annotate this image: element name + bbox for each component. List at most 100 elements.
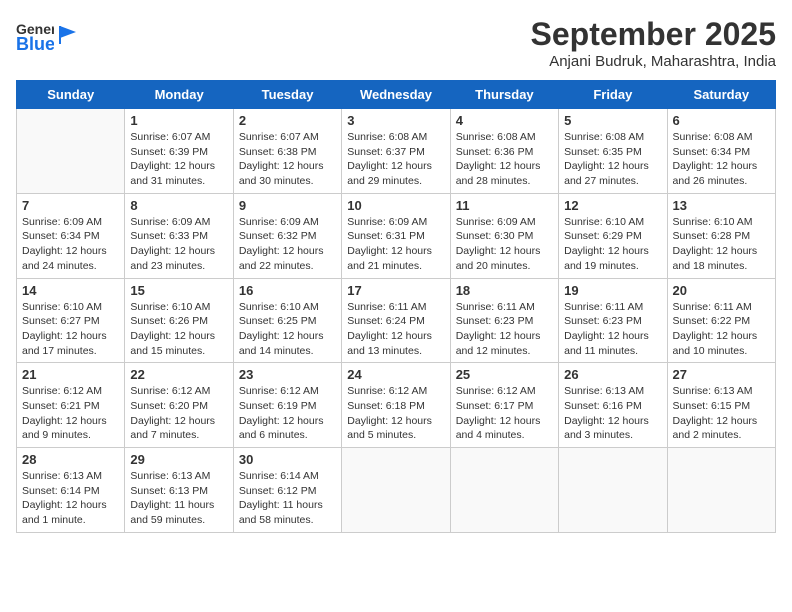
day-number: 18 — [456, 283, 553, 298]
calendar-table: SundayMondayTuesdayWednesdayThursdayFrid… — [16, 80, 776, 533]
calendar-cell — [450, 448, 558, 533]
day-info: Sunrise: 6:13 AM Sunset: 6:13 PM Dayligh… — [130, 469, 227, 528]
calendar-cell: 25Sunrise: 6:12 AM Sunset: 6:17 PM Dayli… — [450, 363, 558, 448]
calendar-cell: 21Sunrise: 6:12 AM Sunset: 6:21 PM Dayli… — [17, 363, 125, 448]
calendar-cell: 2 Sunrise: 6:07 AM Sunset: 6:38 PM Daylig… — [233, 109, 341, 194]
day-info: Sunrise: 6:10 AM Sunset: 6:28 PM Dayligh… — [673, 215, 770, 274]
calendar-cell: 28 Sunrise: 6:13 AM Sunset: 6:14 PM Dayli… — [17, 448, 125, 533]
day-number: 23 — [239, 367, 336, 382]
calendar-day-header: Wednesday — [342, 81, 450, 109]
calendar-cell: 22 Sunrise: 6:12 AM Sunset: 6:20 PM Dayli… — [125, 363, 233, 448]
calendar-cell: 6 Sunrise: 6:08 AM Sunset: 6:34 PM Daylig… — [667, 109, 775, 194]
day-info: Sunrise: 6:08 AM Sunset: 6:35 PM Dayligh… — [564, 130, 661, 189]
calendar-cell: 19 Sunrise: 6:11 AM Sunset: 6:23 PM Dayli… — [559, 278, 667, 363]
day-number: 13 — [673, 198, 770, 213]
calendar-cell: 12Sunrise: 6:10 AM Sunset: 6:29 PM Dayli… — [559, 193, 667, 278]
calendar-day-header: Friday — [559, 81, 667, 109]
month-year-title: September 2025 — [531, 16, 776, 53]
calendar-cell: 24 Sunrise: 6:12 AM Sunset: 6:18 PM Dayli… — [342, 363, 450, 448]
calendar-cell — [667, 448, 775, 533]
calendar-week-row: 21Sunrise: 6:12 AM Sunset: 6:21 PM Dayli… — [17, 363, 776, 448]
calendar-header-row: SundayMondayTuesdayWednesdayThursdayFrid… — [17, 81, 776, 109]
calendar-cell: 5 Sunrise: 6:08 AM Sunset: 6:35 PM Daylig… — [559, 109, 667, 194]
day-info: Sunrise: 6:10 AM Sunset: 6:25 PM Dayligh… — [239, 300, 336, 359]
day-info: Sunrise: 6:09 AM Sunset: 6:34 PM Dayligh… — [22, 215, 119, 274]
day-number: 27 — [673, 367, 770, 382]
day-info: Sunrise: 6:10 AM Sunset: 6:29 PM Dayligh… — [564, 215, 661, 274]
calendar-cell: 8Sunrise: 6:09 AM Sunset: 6:33 PM Daylig… — [125, 193, 233, 278]
day-number: 19 — [564, 283, 661, 298]
day-info: Sunrise: 6:14 AM Sunset: 6:12 PM Dayligh… — [239, 469, 336, 528]
day-info: Sunrise: 6:08 AM Sunset: 6:36 PM Dayligh… — [456, 130, 553, 189]
day-number: 17 — [347, 283, 444, 298]
calendar-cell: 29 Sunrise: 6:13 AM Sunset: 6:13 PM Dayli… — [125, 448, 233, 533]
day-number: 20 — [673, 283, 770, 298]
day-info: Sunrise: 6:13 AM Sunset: 6:14 PM Dayligh… — [22, 469, 119, 528]
day-number: 28 — [22, 452, 119, 467]
day-info: Sunrise: 6:09 AM Sunset: 6:32 PM Dayligh… — [239, 215, 336, 274]
calendar-cell: 16Sunrise: 6:10 AM Sunset: 6:25 PM Dayli… — [233, 278, 341, 363]
calendar-cell: 30Sunrise: 6:14 AM Sunset: 6:12 PM Dayli… — [233, 448, 341, 533]
day-info: Sunrise: 6:10 AM Sunset: 6:26 PM Dayligh… — [130, 300, 227, 359]
day-info: Sunrise: 6:12 AM Sunset: 6:20 PM Dayligh… — [130, 384, 227, 443]
day-info: Sunrise: 6:09 AM Sunset: 6:33 PM Dayligh… — [130, 215, 227, 274]
logo-icon: General Blue — [16, 16, 54, 54]
calendar-cell — [559, 448, 667, 533]
day-info: Sunrise: 6:09 AM Sunset: 6:30 PM Dayligh… — [456, 215, 553, 274]
day-number: 3 — [347, 113, 444, 128]
day-info: Sunrise: 6:12 AM Sunset: 6:18 PM Dayligh… — [347, 384, 444, 443]
day-number: 25 — [456, 367, 553, 382]
day-number: 29 — [130, 452, 227, 467]
calendar-day-header: Saturday — [667, 81, 775, 109]
page-header: General Blue September 2025 Anjani Budru… — [16, 16, 776, 70]
day-info: Sunrise: 6:12 AM Sunset: 6:19 PM Dayligh… — [239, 384, 336, 443]
calendar-day-header: Monday — [125, 81, 233, 109]
calendar-week-row: 28 Sunrise: 6:13 AM Sunset: 6:14 PM Dayli… — [17, 448, 776, 533]
day-number: 6 — [673, 113, 770, 128]
day-number: 22 — [130, 367, 227, 382]
calendar-cell: 20 Sunrise: 6:11 AM Sunset: 6:22 PM Dayli… — [667, 278, 775, 363]
day-info: Sunrise: 6:13 AM Sunset: 6:16 PM Dayligh… — [564, 384, 661, 443]
calendar-day-header: Tuesday — [233, 81, 341, 109]
calendar-cell: 10 Sunrise: 6:09 AM Sunset: 6:31 PM Dayli… — [342, 193, 450, 278]
calendar-cell: 11 Sunrise: 6:09 AM Sunset: 6:30 PM Dayli… — [450, 193, 558, 278]
day-number: 2 — [239, 113, 336, 128]
day-number: 11 — [456, 198, 553, 213]
calendar-cell: 27 Sunrise: 6:13 AM Sunset: 6:15 PM Dayli… — [667, 363, 775, 448]
calendar-cell: 18 Sunrise: 6:11 AM Sunset: 6:23 PM Dayli… — [450, 278, 558, 363]
day-number: 10 — [347, 198, 444, 213]
day-number: 14 — [22, 283, 119, 298]
day-number: 1 — [130, 113, 227, 128]
day-info: Sunrise: 6:11 AM Sunset: 6:22 PM Dayligh… — [673, 300, 770, 359]
day-info: Sunrise: 6:11 AM Sunset: 6:23 PM Dayligh… — [456, 300, 553, 359]
day-info: Sunrise: 6:08 AM Sunset: 6:37 PM Dayligh… — [347, 130, 444, 189]
calendar-cell — [342, 448, 450, 533]
day-number: 24 — [347, 367, 444, 382]
day-number: 4 — [456, 113, 553, 128]
calendar-cell: 1 Sunrise: 6:07 AM Sunset: 6:39 PM Daylig… — [125, 109, 233, 194]
day-info: Sunrise: 6:07 AM Sunset: 6:39 PM Dayligh… — [130, 130, 227, 189]
calendar-cell: 15 Sunrise: 6:10 AM Sunset: 6:26 PM Dayli… — [125, 278, 233, 363]
day-number: 5 — [564, 113, 661, 128]
day-info: Sunrise: 6:09 AM Sunset: 6:31 PM Dayligh… — [347, 215, 444, 274]
calendar-cell: 23 Sunrise: 6:12 AM Sunset: 6:19 PM Dayli… — [233, 363, 341, 448]
day-number: 15 — [130, 283, 227, 298]
calendar-day-header: Sunday — [17, 81, 125, 109]
day-info: Sunrise: 6:08 AM Sunset: 6:34 PM Dayligh… — [673, 130, 770, 189]
calendar-cell: 4 Sunrise: 6:08 AM Sunset: 6:36 PM Daylig… — [450, 109, 558, 194]
day-info: Sunrise: 6:07 AM Sunset: 6:38 PM Dayligh… — [239, 130, 336, 189]
location-subtitle: Anjani Budruk, Maharashtra, India — [531, 53, 776, 70]
day-number: 9 — [239, 198, 336, 213]
day-info: Sunrise: 6:12 AM Sunset: 6:21 PM Dayligh… — [22, 384, 119, 443]
day-info: Sunrise: 6:13 AM Sunset: 6:15 PM Dayligh… — [673, 384, 770, 443]
calendar-week-row: 14Sunrise: 6:10 AM Sunset: 6:27 PM Dayli… — [17, 278, 776, 363]
calendar-cell: 14Sunrise: 6:10 AM Sunset: 6:27 PM Dayli… — [17, 278, 125, 363]
calendar-cell — [17, 109, 125, 194]
day-info: Sunrise: 6:11 AM Sunset: 6:23 PM Dayligh… — [564, 300, 661, 359]
calendar-cell: 7Sunrise: 6:09 AM Sunset: 6:34 PM Daylig… — [17, 193, 125, 278]
calendar-cell: 17Sunrise: 6:11 AM Sunset: 6:24 PM Dayli… — [342, 278, 450, 363]
svg-text:Blue: Blue — [16, 34, 54, 54]
logo-flag-icon — [56, 24, 78, 46]
calendar-cell: 3 Sunrise: 6:08 AM Sunset: 6:37 PM Daylig… — [342, 109, 450, 194]
title-block: September 2025 Anjani Budruk, Maharashtr… — [531, 16, 776, 70]
